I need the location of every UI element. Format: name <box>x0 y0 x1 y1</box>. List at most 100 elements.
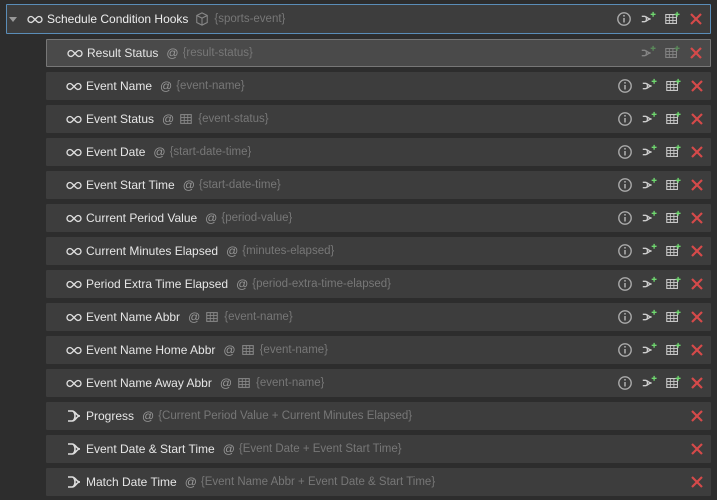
item-binding: {period-extra-time-elapsed} <box>252 278 391 290</box>
item-row[interactable]: Current Minutes Elapsed@{minutes-elapsed… <box>46 237 711 265</box>
item-row[interactable]: Event Name@{event-name} <box>46 72 711 100</box>
item-label: Event Start Time <box>86 178 175 192</box>
add-group-icon[interactable] <box>641 276 657 292</box>
at-icon: @ <box>188 310 200 324</box>
add-grid-icon[interactable] <box>665 309 681 325</box>
info-icon[interactable] <box>617 144 633 160</box>
close-icon[interactable] <box>689 441 705 457</box>
info-icon[interactable] <box>617 243 633 259</box>
grid-icon <box>204 309 220 325</box>
link-icon <box>66 276 82 292</box>
info-icon[interactable] <box>617 210 633 226</box>
add-grid-icon[interactable] <box>665 111 681 127</box>
item-row[interactable]: Period Extra Time Elapsed@{period-extra-… <box>46 270 711 298</box>
link-icon <box>66 342 82 358</box>
item-row[interactable]: Match Date Time@{Event Name Abbr + Event… <box>46 468 711 496</box>
item-binding: {event-status} <box>198 113 268 125</box>
add-group-icon[interactable] <box>641 375 657 391</box>
item-row[interactable]: Result Status@{result-status} <box>46 39 711 67</box>
header-actions <box>616 11 704 27</box>
close-icon[interactable] <box>689 78 705 94</box>
info-icon[interactable] <box>617 111 633 127</box>
add-grid-icon[interactable] <box>665 210 681 226</box>
add-grid-icon[interactable] <box>665 276 681 292</box>
close-icon[interactable] <box>689 210 705 226</box>
item-binding: {event-name} <box>256 377 324 389</box>
add-grid-icon[interactable] <box>665 177 681 193</box>
item-label: Progress <box>86 409 134 423</box>
header-row[interactable]: Schedule Condition Hooks {sports-event} <box>6 4 711 34</box>
item-row[interactable]: Progress@{Current Period Value + Current… <box>46 402 711 430</box>
item-actions <box>689 474 705 490</box>
add-grid-icon[interactable] <box>664 11 680 27</box>
close-icon[interactable] <box>689 375 705 391</box>
at-icon: @ <box>220 376 232 390</box>
add-group-icon[interactable] <box>641 342 657 358</box>
add-group-icon[interactable] <box>641 309 657 325</box>
add-group-icon[interactable] <box>641 243 657 259</box>
item-actions <box>617 342 705 358</box>
item-label: Event Name Abbr <box>86 310 180 324</box>
item-actions <box>689 408 705 424</box>
item-row[interactable]: Event Status@ {event-status} <box>46 105 711 133</box>
item-binding: {event-name} <box>260 344 328 356</box>
add-grid-icon[interactable] <box>664 45 680 61</box>
item-actions <box>617 78 705 94</box>
item-row[interactable]: Event Name Home Abbr@ {event-name} <box>46 336 711 364</box>
add-group-icon[interactable] <box>641 111 657 127</box>
add-grid-icon[interactable] <box>665 375 681 391</box>
item-row[interactable]: Event Name Abbr@ {event-name} <box>46 303 711 331</box>
add-group-icon[interactable] <box>641 210 657 226</box>
info-icon[interactable] <box>617 276 633 292</box>
at-icon: @ <box>185 475 197 489</box>
add-grid-icon[interactable] <box>665 78 681 94</box>
close-icon[interactable] <box>689 177 705 193</box>
item-row[interactable]: Current Period Value@{period-value} <box>46 204 711 232</box>
link-icon <box>66 177 82 193</box>
close-icon[interactable] <box>689 342 705 358</box>
item-binding: {Current Period Value + Current Minutes … <box>158 410 412 422</box>
at-icon: @ <box>160 79 172 93</box>
info-icon[interactable] <box>617 375 633 391</box>
close-icon[interactable] <box>688 45 704 61</box>
add-group-icon[interactable] <box>641 78 657 94</box>
add-grid-icon[interactable] <box>665 342 681 358</box>
link-icon <box>66 243 82 259</box>
close-icon[interactable] <box>689 243 705 259</box>
item-label: Event Name Away Abbr <box>86 376 212 390</box>
item-row[interactable]: Event Name Away Abbr @ {event-name} <box>46 369 711 397</box>
group-icon <box>66 441 82 457</box>
info-icon[interactable] <box>617 342 633 358</box>
add-grid-icon[interactable] <box>665 243 681 259</box>
link-icon <box>66 78 82 94</box>
add-group-icon[interactable] <box>641 177 657 193</box>
header-binding: {sports-event} <box>214 13 285 25</box>
info-icon[interactable] <box>617 78 633 94</box>
close-icon[interactable] <box>689 276 705 292</box>
add-group-icon[interactable] <box>640 45 656 61</box>
close-icon[interactable] <box>689 111 705 127</box>
item-row[interactable]: Event Start Time@{start-date-time} <box>46 171 711 199</box>
info-icon[interactable] <box>617 309 633 325</box>
add-group-icon[interactable] <box>640 11 656 27</box>
close-icon[interactable] <box>689 474 705 490</box>
item-label: Current Period Value <box>86 211 197 225</box>
add-group-icon[interactable] <box>641 144 657 160</box>
item-row[interactable]: Event Date@{start-date-time} <box>46 138 711 166</box>
item-actions <box>617 210 705 226</box>
item-binding: {Event Date + Event Start Time} <box>239 443 402 455</box>
item-label: Event Date <box>86 145 145 159</box>
add-grid-icon[interactable] <box>665 144 681 160</box>
item-label: Current Minutes Elapsed <box>86 244 218 258</box>
item-row[interactable]: Event Date & Start Time@{Event Date + Ev… <box>46 435 711 463</box>
at-icon: @ <box>153 145 165 159</box>
header-label: Schedule Condition Hooks <box>47 12 188 26</box>
info-icon[interactable] <box>616 11 632 27</box>
close-icon[interactable] <box>689 408 705 424</box>
info-icon[interactable] <box>617 177 633 193</box>
at-icon: @ <box>223 442 235 456</box>
at-icon: @ <box>236 277 248 291</box>
close-icon[interactable] <box>689 309 705 325</box>
close-icon[interactable] <box>688 11 704 27</box>
close-icon[interactable] <box>689 144 705 160</box>
